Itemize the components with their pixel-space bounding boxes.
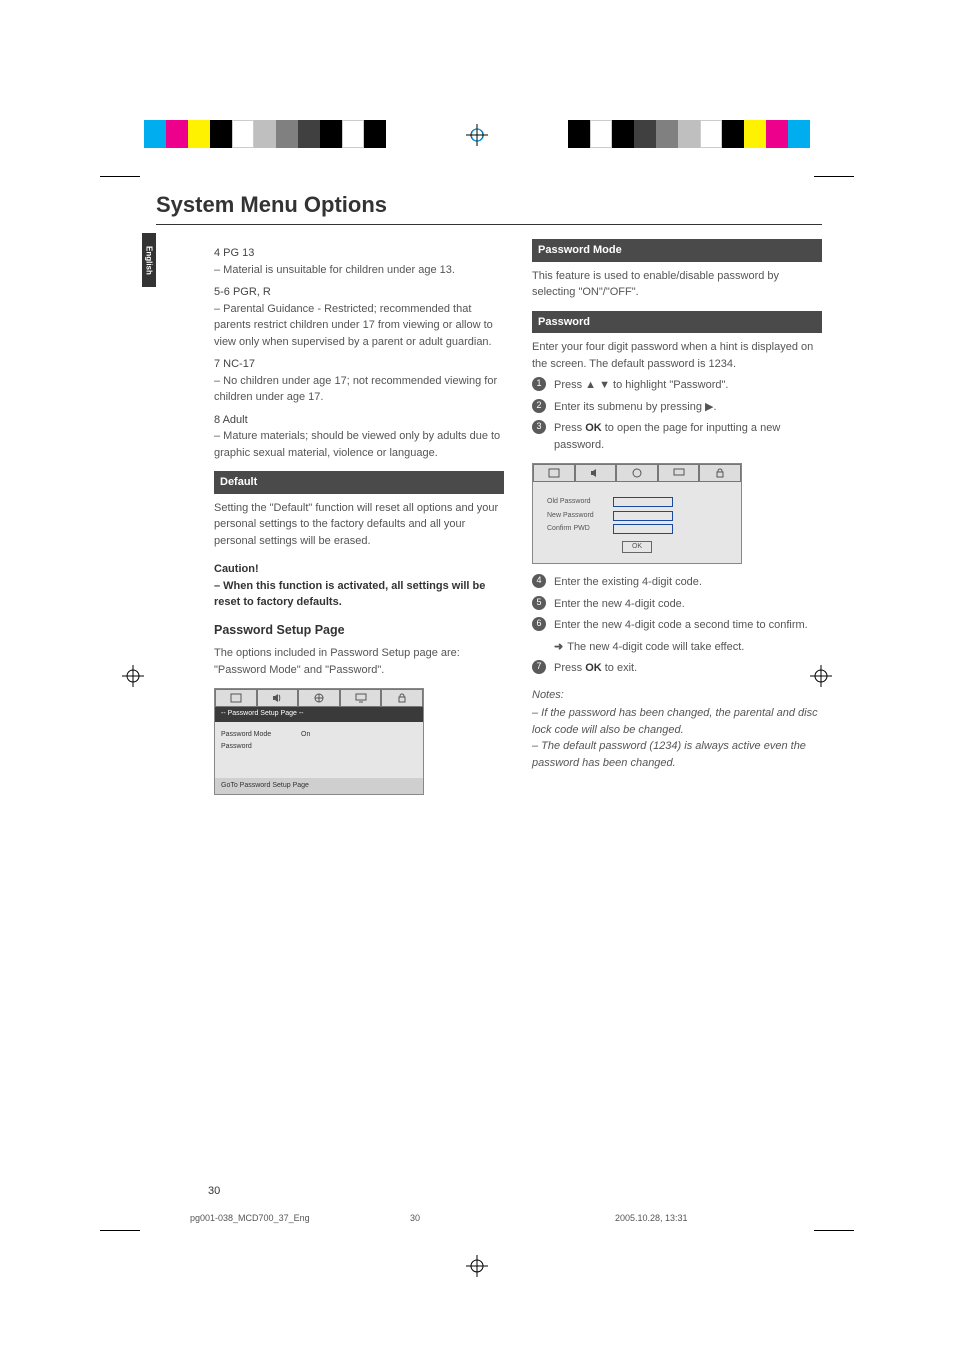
tab-icon <box>215 689 257 707</box>
step-number-icon: 5 <box>532 596 546 610</box>
footer-page: 30 <box>355 1213 475 1223</box>
note-item: – The default password (1234) is always … <box>532 738 822 771</box>
print-footer: pg001-038_MCD700_37_Eng 30 2005.10.28, 1… <box>190 1213 780 1223</box>
password-setup-head: Password Setup Page <box>214 621 504 640</box>
step-item: 2Enter its submenu by pressing ▶. <box>532 399 822 416</box>
step-number-icon: 6 <box>532 617 546 631</box>
note-item: – If the password has been changed, the … <box>532 705 822 738</box>
screenshot-row: Password Mode On <box>221 730 417 741</box>
screenshot-row: Password <box>221 742 417 753</box>
password-mode-body: This feature is used to enable/disable p… <box>532 268 822 301</box>
step-number-icon: 1 <box>532 377 546 391</box>
password-setup-body: The options included in Password Setup p… <box>214 645 504 678</box>
lock-icon <box>699 464 741 482</box>
section-bar-default: Default <box>214 471 504 494</box>
globe-icon <box>616 464 658 482</box>
screenshot-row: Confirm PWD <box>547 524 727 535</box>
step-item: 1Press ▲ ▼ to highlight "Password". <box>532 377 822 394</box>
rating-head: 7 NC-17 <box>214 356 504 373</box>
screenshot-header: -- Password Setup Page -- <box>215 707 423 722</box>
speaker-icon <box>257 689 299 707</box>
rating-body: – Parental Guidance - Restricted; recomm… <box>214 301 504 351</box>
right-column: Password Mode This feature is used to en… <box>532 239 822 805</box>
rating-head: 5-6 PGR, R <box>214 284 504 301</box>
step-item: 3Press OK to open the page for inputting… <box>532 420 822 453</box>
notes-block: Notes: – If the password has been change… <box>532 687 822 772</box>
page-title: System Menu Options <box>156 192 822 225</box>
step-number-icon: 3 <box>532 420 546 434</box>
page-number: 30 <box>208 1185 220 1197</box>
screenshot-row: Old Password <box>547 497 727 508</box>
screenshot-ok-button: OK <box>622 541 652 554</box>
rating-body: – No children under age 17; not recommen… <box>214 373 504 406</box>
caution-body: – When this function is activated, all s… <box>214 578 504 611</box>
footer-timestamp: 2005.10.28, 13:31 <box>475 1213 780 1223</box>
section-bar-password: Password <box>532 311 822 334</box>
step-number-icon: 2 <box>532 399 546 413</box>
color-bars-top-left <box>144 120 386 148</box>
notes-head: Notes: <box>532 687 822 704</box>
rating-body: – Material is unsuitable for children un… <box>214 262 504 279</box>
lock-icon <box>381 689 423 707</box>
footer-filename: pg001-038_MCD700_37_Eng <box>190 1213 355 1223</box>
registration-mark-icon <box>466 1255 488 1277</box>
step-item: 6Enter the new 4-digit code a second tim… <box>532 617 822 634</box>
step-item: 5Enter the new 4-digit code. <box>532 596 822 613</box>
step-item: 4Enter the existing 4-digit code. <box>532 574 822 591</box>
arrow-right-icon: ➜ <box>554 639 563 656</box>
registration-mark-icon <box>122 665 144 687</box>
monitor-icon <box>340 689 382 707</box>
password-input-screenshot: Old Password New Password Confirm PWD OK <box>532 463 742 564</box>
color-bars-top-right <box>568 120 810 148</box>
step-number-icon: 4 <box>532 574 546 588</box>
left-column: 4 PG 13 – Material is unsuitable for chi… <box>156 239 504 805</box>
default-body: Setting the "Default" function will rese… <box>214 500 504 550</box>
registration-mark-icon <box>466 124 488 146</box>
language-tab: English <box>142 233 156 287</box>
password-setup-screenshot: -- Password Setup Page -- Password Mode … <box>214 688 424 795</box>
rating-head: 8 Adult <box>214 412 504 429</box>
step-substep: ➜The new 4-digit code will take effect. <box>532 639 822 656</box>
speaker-icon <box>575 464 617 482</box>
manual-page: System Menu Options 4 PG 13 – Material i… <box>156 192 822 805</box>
screenshot-row: New Password <box>547 511 727 522</box>
rating-head: 4 PG 13 <box>214 245 504 262</box>
tab-icon <box>533 464 575 482</box>
caution-head: Caution! <box>214 561 504 578</box>
step-number-icon: 7 <box>532 660 546 674</box>
monitor-icon <box>658 464 700 482</box>
globe-icon <box>298 689 340 707</box>
password-body: Enter your four digit password when a hi… <box>532 339 822 372</box>
section-bar-password-mode: Password Mode <box>532 239 822 262</box>
rating-body: – Mature materials; should be viewed onl… <box>214 428 504 461</box>
step-item: 7Press OK to exit. <box>532 660 822 677</box>
screenshot-footer: GoTo Password Setup Page <box>215 778 423 795</box>
